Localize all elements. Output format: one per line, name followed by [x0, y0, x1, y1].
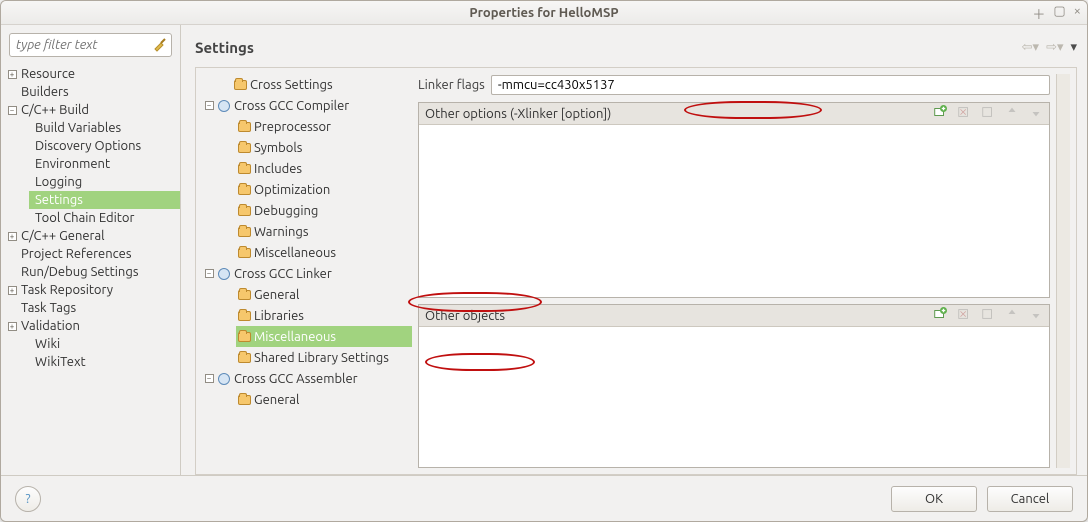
settings-pane: Settings ⇦▾ ⇨▾ ▾ Cross Settings −Cross G… — [181, 25, 1087, 475]
help-button[interactable]: ? — [15, 486, 41, 512]
node-linker-libraries[interactable]: Libraries — [236, 305, 412, 326]
nav-wikitext[interactable]: WikiText — [29, 353, 180, 371]
node-linker-shared[interactable]: Shared Library Settings — [236, 347, 412, 368]
window-title: Properties for HelloMSP — [469, 6, 618, 20]
titlebar: Properties for HelloMSP ＋ ▢ × — [1, 1, 1087, 25]
node-compiler-misc[interactable]: Miscellaneous — [236, 242, 412, 263]
back-icon[interactable]: ⇦▾ — [1022, 40, 1039, 54]
move-up-icon[interactable] — [1005, 307, 1019, 324]
node-compiler-preprocessor[interactable]: Preprocessor — [236, 116, 412, 137]
nav-build-variables[interactable]: Build Variables — [29, 119, 180, 137]
node-cross-gcc-linker[interactable]: −Cross GCC Linker — [202, 263, 412, 284]
fwd-icon[interactable]: ⇨▾ — [1046, 40, 1063, 54]
cancel-button[interactable]: Cancel — [987, 486, 1073, 512]
node-cross-gcc-assembler[interactable]: −Cross GCC Assembler — [202, 368, 412, 389]
window-close-icon[interactable]: × — [1074, 4, 1081, 23]
node-compiler-includes[interactable]: Includes — [236, 158, 412, 179]
nav-logging[interactable]: Logging — [29, 173, 180, 191]
nav-task-tags[interactable]: Task Tags — [1, 299, 180, 317]
nav-environment[interactable]: Environment — [29, 155, 180, 173]
nav-validation[interactable]: +Validation — [1, 317, 180, 335]
nav-wiki[interactable]: Wiki — [29, 335, 180, 353]
node-compiler-warnings[interactable]: Warnings — [236, 221, 412, 242]
filter-input[interactable] — [9, 33, 172, 57]
linker-flags-label: Linker flags — [418, 78, 485, 92]
filter-field[interactable] — [9, 33, 172, 57]
nav-tool-chain-editor[interactable]: Tool Chain Editor — [29, 209, 180, 227]
move-down-icon[interactable] — [1029, 307, 1043, 324]
node-compiler-debugging[interactable]: Debugging — [236, 200, 412, 221]
nav-ccpp-build[interactable]: −C/C++ Build — [1, 101, 180, 119]
node-cross-settings[interactable]: Cross Settings — [218, 74, 412, 95]
tool-settings-tree[interactable]: Cross Settings −Cross GCC Compiler Prepr… — [202, 74, 412, 468]
window-maximize-icon[interactable]: ▢ — [1053, 4, 1065, 23]
nav-task-repository[interactable]: +Task Repository — [1, 281, 180, 299]
nav-resource[interactable]: +Resource — [1, 65, 180, 83]
nav-discovery-options[interactable]: Discovery Options — [29, 137, 180, 155]
window-minimize-icon[interactable]: ＋ — [1032, 4, 1045, 23]
menu-chevron-icon[interactable]: ▾ — [1070, 40, 1077, 54]
history-nav: ⇦▾ ⇨▾ ▾ — [1018, 40, 1077, 55]
add-icon[interactable] — [933, 307, 947, 324]
other-objects-title: Other objects — [425, 309, 505, 323]
node-linker-misc[interactable]: Miscellaneous — [236, 326, 412, 347]
other-options-list[interactable] — [419, 125, 1049, 297]
preferences-tree[interactable]: +Resource Builders −C/C++ Build Build Va… — [1, 61, 180, 475]
linker-flags-input[interactable] — [491, 75, 1050, 95]
page-title: Settings — [195, 39, 254, 56]
left-nav-pane: +Resource Builders −C/C++ Build Build Va… — [1, 25, 181, 475]
ok-button[interactable]: OK — [891, 486, 977, 512]
edit-icon[interactable] — [981, 105, 995, 122]
node-linker-general[interactable]: General — [236, 284, 412, 305]
node-compiler-optimization[interactable]: Optimization — [236, 179, 412, 200]
nav-builders[interactable]: Builders — [1, 83, 180, 101]
nav-ccpp-general[interactable]: +C/C++ General — [1, 227, 180, 245]
clear-filter-icon[interactable] — [152, 36, 168, 55]
delete-icon[interactable] — [957, 105, 971, 122]
other-objects-list[interactable] — [419, 327, 1049, 467]
move-up-icon[interactable] — [1005, 105, 1019, 122]
settings-scrollbar[interactable] — [1056, 74, 1070, 468]
edit-icon[interactable] — [981, 307, 995, 324]
node-cross-gcc-compiler[interactable]: −Cross GCC Compiler — [202, 95, 412, 116]
other-options-panel: Other options (-Xlinker [option]) — [418, 102, 1050, 298]
dialog-footer: ? OK Cancel — [1, 475, 1087, 521]
delete-icon[interactable] — [957, 307, 971, 324]
nav-settings[interactable]: Settings — [29, 191, 180, 209]
node-compiler-symbols[interactable]: Symbols — [236, 137, 412, 158]
move-down-icon[interactable] — [1029, 105, 1043, 122]
node-assembler-general[interactable]: General — [236, 389, 412, 410]
nav-run-debug-settings[interactable]: Run/Debug Settings — [1, 263, 180, 281]
add-icon[interactable] — [933, 105, 947, 122]
other-objects-panel: Other objects — [418, 304, 1050, 468]
detail-pane: Linker flags Other options (-Xlinker [op… — [418, 74, 1050, 468]
nav-project-references[interactable]: Project References — [1, 245, 180, 263]
other-options-title: Other options (-Xlinker [option]) — [425, 107, 611, 121]
